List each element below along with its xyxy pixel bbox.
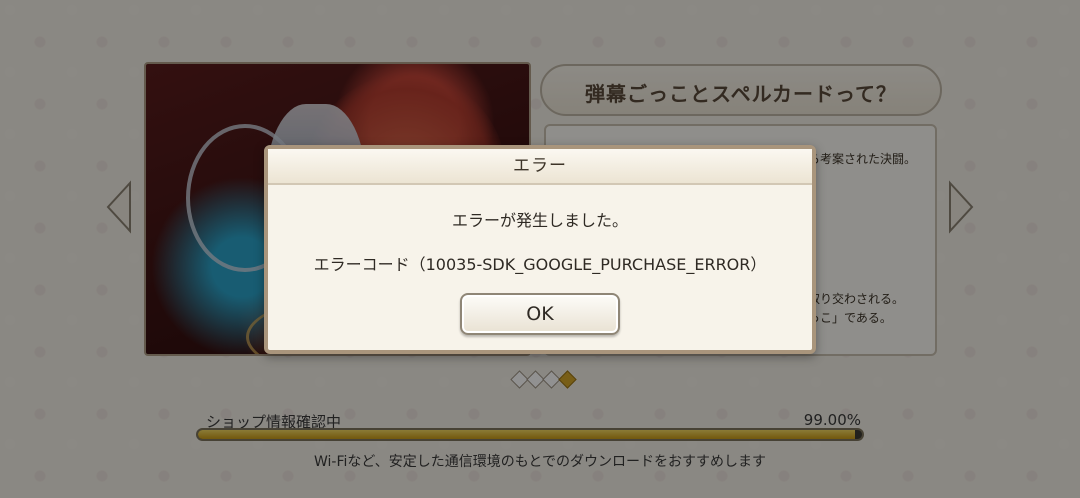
- error-dialog: エラー エラーが発生しました。 エラーコード（10035-SDK_GOOGLE_…: [264, 145, 816, 354]
- error-code: エラーコード（10035-SDK_GOOGLE_PURCHASE_ERROR）: [313, 255, 767, 274]
- dialog-title: エラー: [513, 156, 567, 176]
- error-message: エラーが発生しました。: [451, 211, 628, 230]
- ok-button[interactable]: OK: [460, 293, 620, 335]
- dialog-header: エラー: [268, 149, 812, 185]
